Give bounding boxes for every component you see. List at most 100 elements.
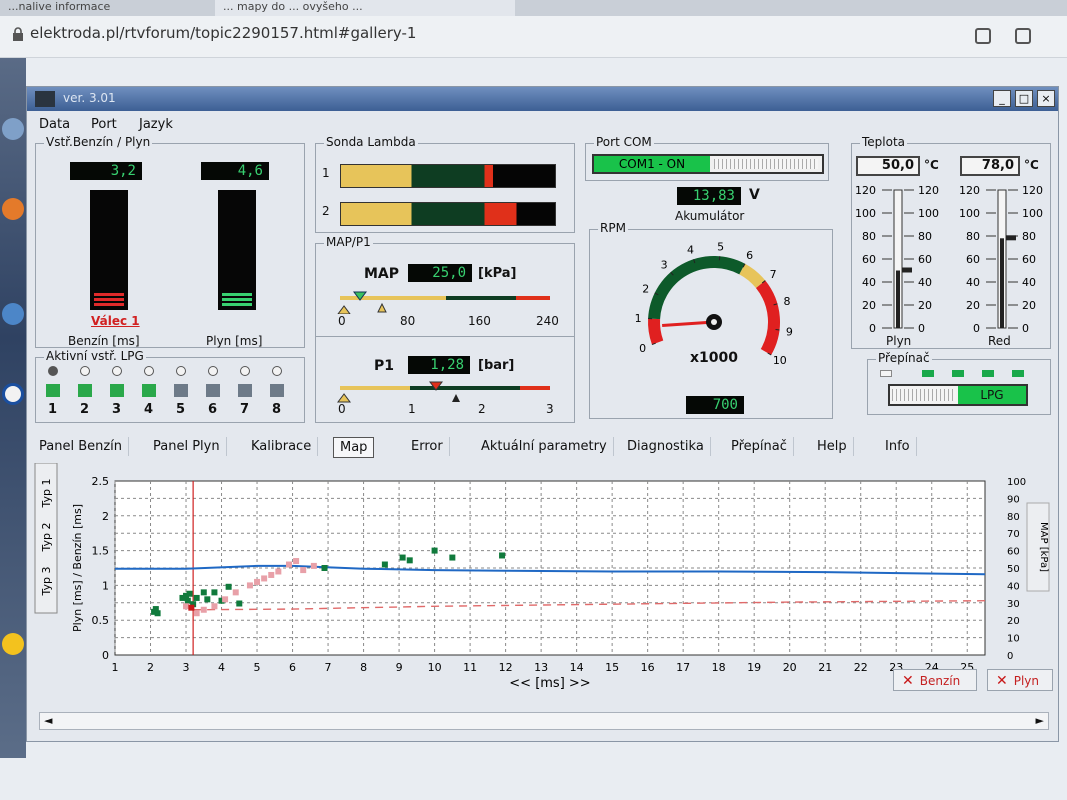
- temp-tick-left: 0: [869, 322, 876, 332]
- injector-number: 7: [240, 402, 250, 417]
- app-icon: [35, 91, 55, 107]
- temp-tick-right: 20: [1022, 299, 1036, 312]
- x-tick-label: 16: [641, 661, 655, 674]
- x-tick-label: 8: [360, 661, 367, 674]
- p1-tick-2: 2: [478, 402, 486, 416]
- horizontal-scrollbar[interactable]: ◄ ►: [39, 712, 1049, 730]
- sun-icon[interactable]: [2, 633, 24, 655]
- y2-tick-label: 90: [1007, 494, 1020, 505]
- browser-toolbar: elektroda.pl/rtvforum/topic2290157.html#…: [0, 16, 1067, 58]
- map-type-tab-2[interactable]: Typ 2: [40, 523, 53, 553]
- series-3-point: [275, 568, 282, 575]
- injector-radio[interactable]: [208, 366, 218, 376]
- minimize-button[interactable]: _: [993, 90, 1011, 107]
- x-tick-label: 15: [605, 661, 619, 674]
- browser-tab-2[interactable]: ... mapy do ... ovyšeho ...: [215, 0, 515, 16]
- benzin-button[interactable]: ✕ Benzín: [893, 669, 977, 691]
- switch-indicator: [892, 389, 956, 401]
- map-type-tab-3[interactable]: Typ 3: [40, 567, 53, 597]
- thermometer-pointer: [1006, 235, 1016, 241]
- switch-title: Přepínač: [876, 351, 932, 365]
- injection-title: Vstř.Benzín / Plyn: [44, 135, 153, 149]
- tab-error[interactable]: Error: [405, 437, 450, 456]
- maximize-button[interactable]: □: [1015, 90, 1033, 107]
- x-tick-label: 6: [289, 661, 296, 674]
- desktop-icon-4[interactable]: [2, 383, 24, 405]
- fuel-switch-button[interactable]: LPG: [888, 384, 1028, 406]
- series-3-point: [300, 567, 307, 574]
- series-3-point: [232, 589, 239, 596]
- injector-radio[interactable]: [80, 366, 90, 376]
- series-2-point: [499, 552, 506, 559]
- map-chart[interactable]: Typ 1Typ 2Typ 3 Plyn [ms] / Benzín [ms]1 2…: [33, 463, 1057, 695]
- rpm-scale-label: 3: [661, 259, 668, 272]
- temp-tick-left: 60: [862, 253, 876, 266]
- lambda-row-2-label: 2: [322, 204, 330, 218]
- browser-tab-1[interactable]: ...nalive informace: [0, 0, 200, 16]
- y-tick-label: 2: [102, 510, 109, 523]
- series-3-point: [193, 610, 200, 617]
- plyn-temp-label: Plyn: [886, 334, 912, 348]
- x-tick-label: 10: [428, 661, 442, 674]
- tab-map[interactable]: Map: [333, 437, 375, 458]
- translate-icon[interactable]: [1015, 28, 1031, 44]
- y2-tick-label: 10: [1007, 634, 1020, 645]
- plyn-button[interactable]: ✕ Plyn: [987, 669, 1053, 691]
- port-com-title: Port COM: [594, 135, 654, 149]
- switch-led: [982, 370, 994, 377]
- desktop-icon-3[interactable]: [2, 303, 24, 325]
- tab-kalibrace[interactable]: Kalibrace: [245, 437, 319, 456]
- temp-tick-left: 0: [973, 322, 980, 332]
- tab-diagnostika[interactable]: Diagnostika: [621, 437, 711, 456]
- injector-radio[interactable]: [144, 366, 154, 376]
- switch-led: [952, 370, 964, 377]
- scroll-left-icon[interactable]: ◄: [44, 714, 52, 727]
- tab-panel-benzin[interactable]: Panel Benzín: [33, 437, 130, 456]
- tab-info[interactable]: Info: [879, 437, 917, 456]
- rpm-arc: [739, 263, 766, 289]
- thermometer-pointer: [902, 267, 912, 273]
- menu-port[interactable]: Port: [91, 117, 117, 132]
- map-label: MAP: [364, 266, 400, 282]
- close-button[interactable]: ×: [1037, 90, 1055, 107]
- scroll-right-icon[interactable]: ►: [1036, 714, 1044, 727]
- switch-mode: LPG: [958, 386, 1026, 404]
- valec-label[interactable]: Válec 1: [91, 314, 140, 328]
- rpm-scale-label: 2: [642, 283, 649, 296]
- temp-tick-left: 100: [959, 207, 980, 220]
- injector-status-led: [270, 384, 284, 397]
- rpm-scale-label: 4: [687, 244, 694, 257]
- install-icon[interactable]: [975, 28, 991, 44]
- star-icon[interactable]: [1052, 28, 1067, 44]
- temp-tick-left: 80: [966, 230, 980, 243]
- firefox-icon[interactable]: [2, 198, 24, 220]
- window-title: ver. 3.01: [63, 91, 116, 105]
- menu-data[interactable]: Data: [39, 117, 70, 132]
- plyn-label: Plyn [ms]: [206, 334, 263, 348]
- menu-jazyk[interactable]: Jazyk: [139, 117, 173, 132]
- tab-help[interactable]: Help: [811, 437, 854, 456]
- x-tick-label: 19: [747, 661, 761, 674]
- desktop-icon-1[interactable]: [2, 118, 24, 140]
- tab-prepinac[interactable]: Přepínač: [725, 437, 794, 456]
- injector-radio[interactable]: [48, 366, 58, 376]
- benzin-button-label: Benzín: [919, 674, 961, 688]
- injector-status-led: [110, 384, 124, 397]
- injector-radio[interactable]: [112, 366, 122, 376]
- injector-radio[interactable]: [272, 366, 282, 376]
- map-type-tab-1[interactable]: Typ 1: [40, 479, 53, 509]
- series-4-point: [188, 604, 195, 611]
- x-tick-label: 17: [676, 661, 690, 674]
- injector-status-led: [46, 384, 60, 397]
- lock-icon: [13, 27, 23, 41]
- tab-aktualni-parametry[interactable]: Aktuální parametry: [475, 437, 614, 456]
- map-scale: [337, 291, 550, 314]
- temp-tick-right: 60: [1022, 253, 1036, 266]
- port-status-box[interactable]: COM1 - ON: [592, 154, 824, 174]
- injector-radio[interactable]: [240, 366, 250, 376]
- bar-segment: [94, 303, 124, 306]
- injector-status-led: [238, 384, 252, 397]
- injector-radio[interactable]: [176, 366, 186, 376]
- address-bar[interactable]: elektroda.pl/rtvforum/topic2290157.html#…: [30, 24, 416, 42]
- tab-panel-plyn[interactable]: Panel Plyn: [147, 437, 227, 456]
